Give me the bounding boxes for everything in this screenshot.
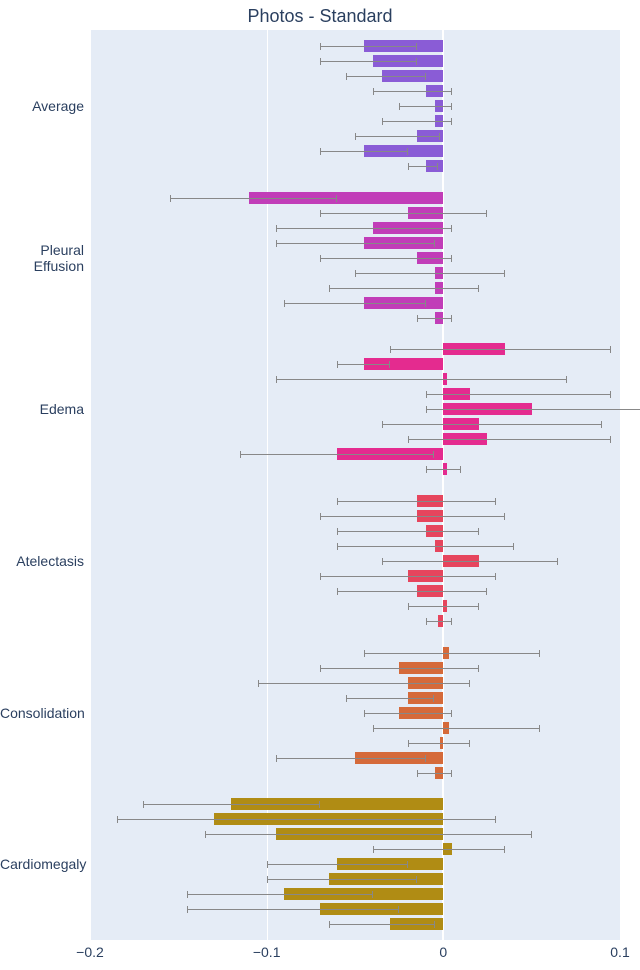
error-bar	[408, 166, 438, 167]
x-tick-label: −0.1	[253, 944, 281, 960]
error-bar	[320, 258, 453, 259]
error-bar	[329, 288, 479, 289]
error-bar	[382, 424, 603, 425]
error-bar	[320, 576, 497, 577]
error-bar	[205, 834, 532, 835]
error-bar	[337, 591, 487, 592]
category-label: Atelectasis	[0, 553, 84, 569]
error-bar	[346, 76, 426, 77]
error-bar	[337, 364, 390, 365]
error-bar	[320, 61, 417, 62]
error-bar	[240, 454, 434, 455]
error-bar	[408, 439, 611, 440]
category-label: Cardiomegaly	[0, 856, 84, 872]
error-bar	[117, 819, 497, 820]
error-bar	[267, 879, 417, 880]
error-bar	[329, 924, 435, 925]
error-bar	[276, 243, 435, 244]
error-bar	[320, 668, 479, 669]
category-label: Average	[0, 98, 84, 114]
error-bar	[267, 864, 408, 865]
x-tick-label: 0	[439, 944, 447, 960]
x-tick-label: 0.1	[610, 944, 629, 960]
error-bar	[373, 849, 506, 850]
error-bar	[320, 516, 506, 517]
error-bar	[417, 318, 452, 319]
error-bar	[426, 621, 453, 622]
error-bar	[276, 379, 568, 380]
plot-area	[90, 30, 620, 940]
error-bar	[143, 804, 320, 805]
error-bar	[320, 151, 408, 152]
error-bar	[187, 894, 373, 895]
gridline	[620, 30, 621, 940]
error-bar	[337, 531, 478, 532]
error-bar	[346, 698, 434, 699]
error-bar	[426, 469, 461, 470]
category-label: Edema	[0, 401, 84, 417]
error-bar	[364, 713, 452, 714]
error-bar	[170, 198, 338, 199]
error-bar	[355, 136, 440, 137]
x-tick-label: −0.2	[76, 944, 104, 960]
gridline	[90, 30, 91, 940]
error-bar	[373, 91, 453, 92]
error-bar	[276, 758, 426, 759]
error-bar	[390, 349, 611, 350]
error-bar	[187, 909, 399, 910]
error-bar	[417, 773, 452, 774]
error-bar	[382, 561, 559, 562]
error-bar	[382, 121, 453, 122]
error-bar	[355, 273, 505, 274]
error-bar	[408, 743, 470, 744]
error-bar	[426, 409, 640, 410]
error-bar	[284, 303, 425, 304]
error-bar	[258, 683, 470, 684]
error-bar	[399, 106, 452, 107]
category-label: Pleural Effusion	[0, 242, 84, 274]
error-bar	[276, 228, 453, 229]
category-label: Consolidation	[0, 705, 84, 721]
error-bar	[364, 653, 541, 654]
error-bar	[320, 213, 488, 214]
error-bar	[337, 546, 514, 547]
error-bar	[337, 501, 496, 502]
chart-title: Photos - Standard	[0, 6, 640, 27]
error-bar	[320, 46, 417, 47]
error-bar	[408, 606, 479, 607]
error-bar	[426, 394, 612, 395]
chart-container: Photos - Standard −0.2 −0.1 0 0.1 Average Ple…	[0, 0, 640, 970]
error-bar	[373, 728, 541, 729]
